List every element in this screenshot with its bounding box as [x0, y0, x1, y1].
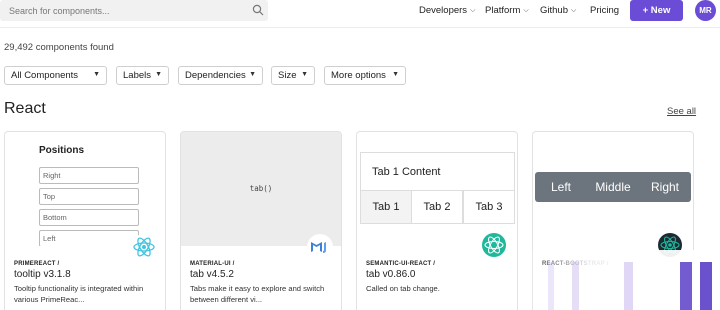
nav-platform[interactable]: Platform ⌵ [485, 0, 529, 21]
card-preview: Tab 1 Content Tab 1 Tab 2 Tab 3 [357, 132, 517, 246]
card-name: tab v0.86.0 [366, 269, 416, 280]
card-preview: tab() [181, 132, 341, 246]
card-meta: MATERIAL-UI / tab v4.5.2 Tabs make it ea… [181, 246, 341, 310]
filter-dependencies[interactable]: Dependencies ▼ [178, 66, 263, 85]
card-package: PRIMEREACT / [14, 261, 60, 267]
preview-tab-3: Tab 3 [463, 190, 515, 224]
preview-input-bottom: Bottom [39, 209, 139, 226]
component-card-tooltip[interactable]: Positions Right Top Bottom Left PRIMEREA… [4, 131, 166, 310]
nav-developers-label: Developers [419, 5, 468, 16]
card-meta: REACT-BOOTSTRAP / [533, 246, 693, 310]
search-icon[interactable] [252, 4, 264, 16]
filter-label: Size [278, 70, 297, 81]
nav-github[interactable]: Github ⌵ [540, 0, 576, 21]
filter-label: All Components [11, 70, 79, 81]
caret-down-icon: ▼ [249, 71, 256, 78]
preview-code: tab() [249, 184, 273, 193]
filter-all-components[interactable]: All Components ▼ [4, 66, 107, 85]
card-preview: Positions Right Top Bottom Left [5, 132, 165, 246]
caret-down-icon: ▼ [392, 71, 399, 78]
nav-platform-label: Platform [485, 5, 521, 16]
caret-down-icon: ▼ [301, 71, 308, 78]
filter-label: Dependencies [185, 70, 246, 81]
preview-input-right: Right [39, 167, 139, 184]
section-title: React [4, 100, 46, 117]
card-package: MATERIAL-UI / [190, 261, 235, 267]
preview-tab-1: Tab 1 [360, 190, 412, 224]
nav-pricing-label: Pricing [590, 5, 620, 16]
card-name: tab v4.5.2 [190, 269, 234, 280]
card-package: REACT-BOOTSTRAP / [542, 261, 609, 267]
filter-more-options[interactable]: More options ▼ [324, 66, 406, 85]
see-all-link[interactable]: See all [667, 106, 696, 117]
top-bar: Developers ⌵ Platform ⌵ Github ⌵ Pricing… [0, 0, 720, 24]
chevron-down-icon: ⌵ [523, 6, 529, 14]
component-card-semantic-tab[interactable]: Tab 1 Content Tab 1 Tab 2 Tab 3 SEMANTIC… [356, 131, 518, 310]
component-card-button-group[interactable]: Left Middle Right REACT-BOOTSTRAP / [532, 131, 694, 310]
card-package: SEMANTIC-UI-REACT / [366, 261, 436, 267]
filter-label: More options [331, 70, 386, 81]
results-count: 29,492 components found [4, 42, 114, 53]
chevron-down-icon: ⌵ [571, 6, 577, 14]
nav-github-label: Github [540, 5, 568, 16]
preview-button-right: Right [650, 180, 679, 194]
preview-button-middle: Middle [595, 180, 631, 194]
card-preview: Left Middle Right [533, 132, 693, 246]
preview-title: Positions [39, 145, 85, 156]
caret-down-icon: ▼ [93, 71, 100, 78]
card-description: Tabs make it easy to explore and switch … [190, 284, 325, 304]
search-box [0, 0, 268, 21]
card-name: tooltip v3.1.8 [14, 269, 71, 280]
preview-input-top: Top [39, 188, 139, 205]
avatar[interactable]: MR [695, 0, 716, 21]
loading-bar [700, 262, 712, 310]
chevron-down-icon: ⌵ [470, 6, 476, 14]
header-divider [0, 27, 720, 28]
preview-tab-content: Tab 1 Content [360, 152, 515, 190]
filter-labels[interactable]: Labels ▼ [116, 66, 169, 85]
filter-size[interactable]: Size ▼ [271, 66, 315, 85]
card-meta: PRIMEREACT / tooltip v3.1.8 Tooltip func… [5, 246, 165, 310]
filter-label: Labels [123, 70, 151, 81]
new-button[interactable]: + New [630, 0, 683, 21]
preview-button-group: Left Middle Right [535, 172, 691, 202]
card-meta: SEMANTIC-UI-REACT / tab v0.86.0 Called o… [357, 246, 517, 310]
card-description: Tooltip functionality is integrated with… [14, 284, 144, 304]
preview-button-left: Left [550, 180, 571, 194]
nav-developers[interactable]: Developers ⌵ [419, 0, 475, 21]
component-card-mui-tab[interactable]: tab() MATERIAL-UI / tab v4.5.2 Tabs make… [180, 131, 342, 310]
caret-down-icon: ▼ [155, 71, 162, 78]
card-description: Called on tab change. [366, 284, 440, 293]
preview-tab-2: Tab 2 [411, 190, 463, 224]
search-input[interactable] [0, 0, 240, 21]
preview-input-left: Left [39, 230, 139, 246]
nav-pricing[interactable]: Pricing [590, 0, 619, 21]
